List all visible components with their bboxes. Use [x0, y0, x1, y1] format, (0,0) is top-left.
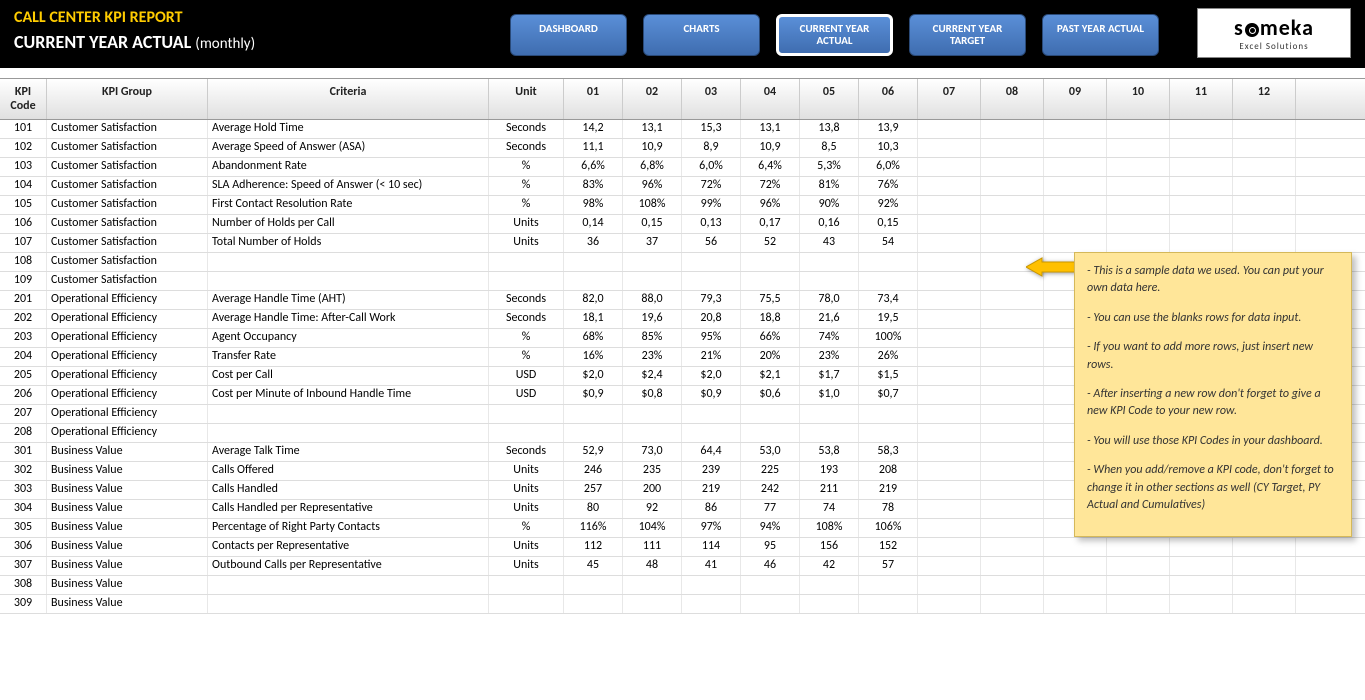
table-row[interactable]: 105Customer SatisfactionFirst Contact Re…: [0, 196, 1365, 215]
subtitle-suffix: (monthly): [195, 35, 255, 53]
table-row[interactable]: 308Business Value: [0, 576, 1365, 595]
table-row[interactable]: 106Customer SatisfactionNumber of Holds …: [0, 215, 1365, 234]
header-bar: CALL CENTER KPI REPORT CURRENT YEAR ACTU…: [0, 0, 1365, 68]
table-row[interactable]: 307Business ValueOutbound Calls per Repr…: [0, 557, 1365, 576]
table-row[interactable]: 101Customer SatisfactionAverage Hold Tim…: [0, 120, 1365, 139]
table-row[interactable]: 107Customer SatisfactionTotal Number of …: [0, 234, 1365, 253]
logo: smeka Excel Solutions: [1197, 8, 1351, 58]
logo-brand: smeka: [1234, 14, 1314, 41]
nav-current-year-actual[interactable]: CURRENT YEAR ACTUAL: [776, 14, 893, 56]
table-row[interactable]: 309Business Value: [0, 595, 1365, 614]
nav-charts[interactable]: CHARTS: [643, 14, 760, 56]
subtitle-main: CURRENT YEAR ACTUAL: [14, 31, 191, 53]
table-row[interactable]: 306Business ValueContacts per Representa…: [0, 538, 1365, 557]
logo-dot-icon: [1245, 23, 1259, 37]
help-note: - This is a sample data we used. You can…: [1074, 252, 1352, 537]
nav-buttons: DASHBOARD CHARTS CURRENT YEAR ACTUAL CURREN…: [510, 14, 1159, 56]
nav-current-year-target[interactable]: CURRENT YEAR TARGET: [909, 14, 1026, 56]
table-header: KPI CodeKPI GroupCriteriaUnit01020304050…: [0, 78, 1365, 120]
table-row[interactable]: 104Customer SatisfactionSLA Adherence: S…: [0, 177, 1365, 196]
nav-past-year-actual[interactable]: PAST YEAR ACTUAL: [1042, 14, 1159, 56]
callout-arrow-icon: [1026, 256, 1076, 282]
table-row[interactable]: 103Customer SatisfactionAbandonment Rate…: [0, 158, 1365, 177]
nav-dashboard[interactable]: DASHBOARD: [510, 14, 627, 56]
logo-sub: Excel Solutions: [1239, 41, 1308, 52]
table-row[interactable]: 102Customer SatisfactionAverage Speed of…: [0, 139, 1365, 158]
